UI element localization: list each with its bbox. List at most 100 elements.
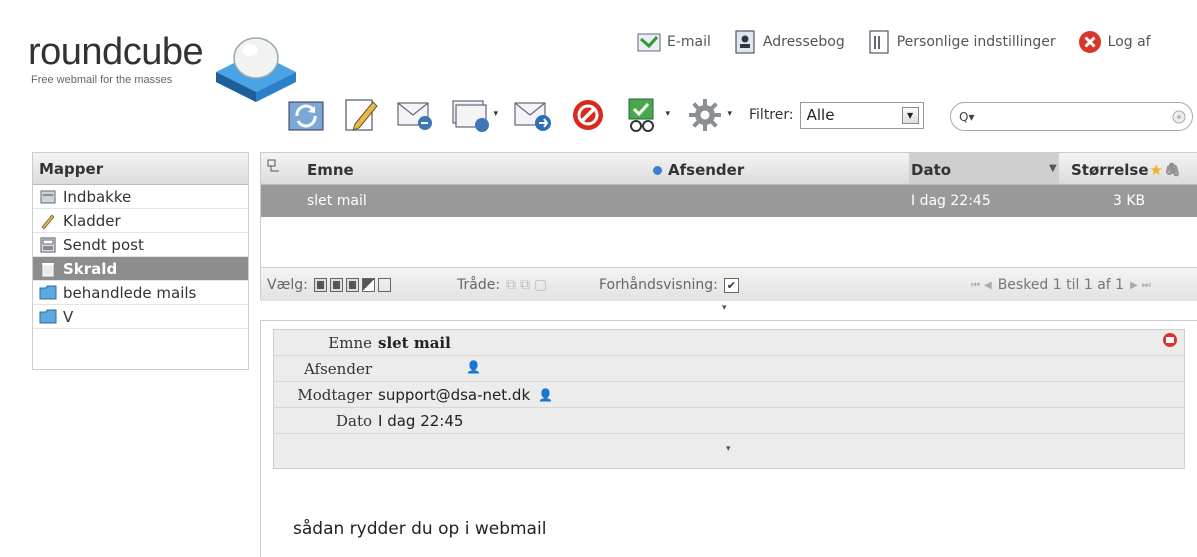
column-from[interactable]: Afsender	[653, 161, 744, 179]
to-value-group: support@dsa-net.dk 👤	[378, 386, 553, 404]
compose-button[interactable]	[341, 95, 381, 135]
top-navigation: E-mail Adressebog Personlige indstilling…	[635, 28, 1171, 56]
reply-all-button[interactable]: ▾	[451, 95, 498, 135]
column-from-label: Afsender	[668, 161, 745, 179]
nav-settings[interactable]: Personlige indstillinger	[865, 28, 1056, 56]
delete-button[interactable]	[568, 95, 608, 135]
nav-email-label: E-mail	[667, 34, 711, 50]
header-subject-row: Emne slet mail	[274, 330, 1184, 356]
folder-item-label: Skrald	[63, 259, 118, 278]
table-row[interactable]: slet mail I dag 22:45 3 KB	[261, 185, 1197, 217]
add-contact-icon[interactable]: 👤	[466, 360, 481, 374]
filter-select[interactable]: Alle ▼	[799, 101, 924, 129]
row-date: I dag 22:45	[911, 193, 991, 209]
search-icon[interactable]: Q▾	[959, 110, 974, 124]
reset-search-icon[interactable]	[1172, 110, 1186, 124]
folder-item-label: behandlede mails	[63, 283, 197, 302]
print-icon[interactable]	[1162, 332, 1178, 352]
preview-checkbox[interactable]: ✔	[723, 277, 739, 293]
search-box[interactable]: Q▾	[950, 102, 1193, 131]
sort-desc-icon[interactable]: ▼	[1049, 163, 1057, 174]
prev-page-icon[interactable]: ◀	[984, 280, 992, 291]
toolbar: ▾ ▾ ▾ Filtrer: Alle ▼	[286, 92, 924, 138]
subject-label: Emne	[328, 334, 372, 352]
reply-button[interactable]	[396, 95, 436, 135]
nav-email[interactable]: E-mail	[635, 28, 711, 56]
nav-logout[interactable]: Log af	[1076, 28, 1151, 56]
folder-item-label: V	[63, 307, 74, 326]
email-icon	[635, 28, 663, 56]
row-size: 3 KB	[1113, 193, 1146, 209]
folder-item-v[interactable]: V	[33, 305, 248, 329]
message-count: Besked 1 til 1 af 1	[997, 277, 1125, 293]
folder-item-label: Indbakke	[63, 187, 132, 206]
select-controls: Vælg:	[267, 277, 394, 293]
sent-icon	[39, 237, 57, 253]
thread-toggle-icon[interactable]	[267, 159, 281, 177]
select-label: Vælg:	[267, 277, 308, 293]
first-page-icon[interactable]: ⏮	[971, 280, 980, 291]
select-page-icon[interactable]	[329, 278, 343, 292]
message-preview: Emne slet mail Afsender 👤 Modtager suppo…	[260, 320, 1197, 557]
select-invert-icon[interactable]	[361, 278, 375, 292]
folder-item-sent[interactable]: Sendt post	[33, 233, 248, 257]
pagination: ⏮ ◀ Besked 1 til 1 af 1 ▶ ⏭	[971, 277, 1151, 293]
inbox-icon	[39, 189, 57, 205]
more-actions-button[interactable]: ▾	[685, 95, 732, 135]
attachment-icon: 🖇	[1163, 162, 1181, 178]
to-value[interactable]: support@dsa-net.dk	[378, 386, 530, 404]
select-all-icon[interactable]	[313, 278, 327, 292]
column-subject[interactable]: Emne	[307, 161, 354, 179]
star-icon[interactable]: ★	[1150, 161, 1163, 179]
mark-icon	[628, 98, 654, 132]
folder-item-drafts[interactable]: Kladder	[33, 209, 248, 233]
reply-icon	[397, 102, 432, 130]
column-size[interactable]: Størrelse ★ 🖇	[1071, 161, 1180, 179]
message-list-header: Emne Afsender Dato ▼ Størrelse ★ 🖇	[261, 153, 1197, 185]
thread-controls: Tråde: ⧉ ⧉ ▢	[457, 277, 547, 293]
select-none-icon[interactable]	[377, 278, 391, 292]
add-contact-icon[interactable]: 👤	[538, 388, 553, 402]
pencil-icon	[39, 213, 57, 229]
folder-item-inbox[interactable]: Indbakke	[33, 185, 248, 209]
logout-icon	[1076, 28, 1104, 56]
column-size-label: Størrelse	[1071, 161, 1149, 179]
roundcube-logo: roundcube Free webmail for the masses	[28, 32, 296, 102]
folder-item-label: Kladder	[63, 211, 121, 230]
mark-button[interactable]: ▾	[623, 95, 670, 135]
reply-all-dropdown-icon[interactable]: ▾	[493, 109, 498, 119]
splitter-handle[interactable]: ▾	[722, 303, 728, 313]
nav-logout-label: Log af	[1107, 34, 1151, 50]
folders-header: Mapper	[33, 153, 248, 185]
select-unread-icon[interactable]	[345, 278, 359, 292]
gear-icon	[689, 99, 721, 131]
nav-addressbook[interactable]: Adressebog	[731, 28, 845, 56]
from-label: Afsender	[303, 360, 372, 378]
folder-item-trash[interactable]: Skrald	[33, 257, 248, 281]
expand-all-icon[interactable]: ⧉	[506, 277, 516, 293]
expand-headers-icon[interactable]: ▾	[726, 444, 731, 454]
column-date[interactable]: Dato	[911, 161, 951, 179]
chevron-down-icon[interactable]: ▼	[901, 106, 919, 124]
header-date-row: Dato I dag 22:45	[274, 408, 1184, 434]
search-input[interactable]	[978, 109, 1172, 124]
header-to-row: Modtager support@dsa-net.dk 👤	[274, 382, 1184, 408]
compose-icon	[345, 99, 378, 131]
folder-icon	[39, 309, 57, 325]
expand-unread-icon[interactable]: ⧉	[520, 277, 530, 293]
collapse-all-icon[interactable]: ▢	[534, 277, 547, 293]
date-label: Dato	[335, 412, 372, 430]
message-list: Emne Afsender Dato ▼ Størrelse ★ 🖇 slet …	[260, 152, 1197, 301]
date-value: I dag 22:45	[378, 412, 464, 430]
next-page-icon[interactable]: ▶	[1130, 280, 1138, 291]
folder-item-processed[interactable]: behandlede mails	[33, 281, 248, 305]
refresh-button[interactable]	[286, 95, 326, 135]
reply-all-icon	[452, 100, 489, 132]
mark-dropdown-icon[interactable]: ▾	[665, 109, 670, 119]
more-actions-dropdown-icon[interactable]: ▾	[727, 109, 732, 119]
header-from-row: Afsender 👤	[274, 356, 1184, 382]
forward-button[interactable]	[513, 95, 553, 135]
last-page-icon[interactable]: ⏭	[1142, 280, 1151, 291]
nav-addressbook-label: Adressebog	[762, 34, 845, 50]
delete-icon	[573, 100, 603, 130]
